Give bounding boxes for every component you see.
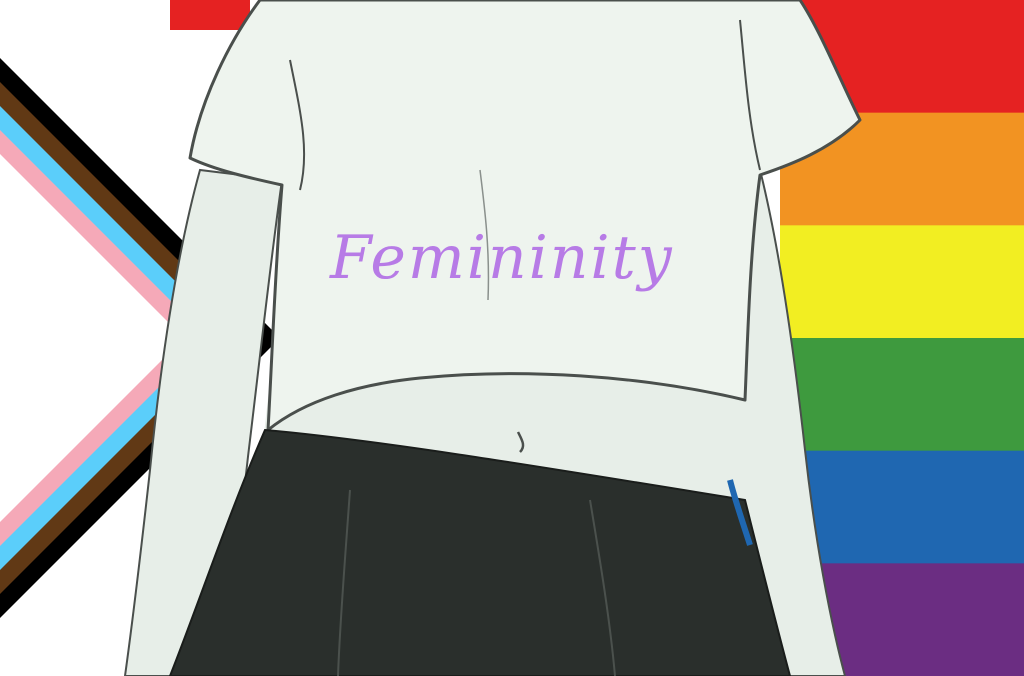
artwork: Femininity	[0, 0, 1024, 676]
pride-flag-illustration	[0, 0, 1024, 676]
red-band-top	[170, 0, 250, 30]
person-figure	[123, 0, 862, 676]
stripe-yellow	[780, 225, 1024, 339]
stripe-green	[780, 338, 1024, 452]
caption-text: Femininity	[330, 223, 674, 293]
